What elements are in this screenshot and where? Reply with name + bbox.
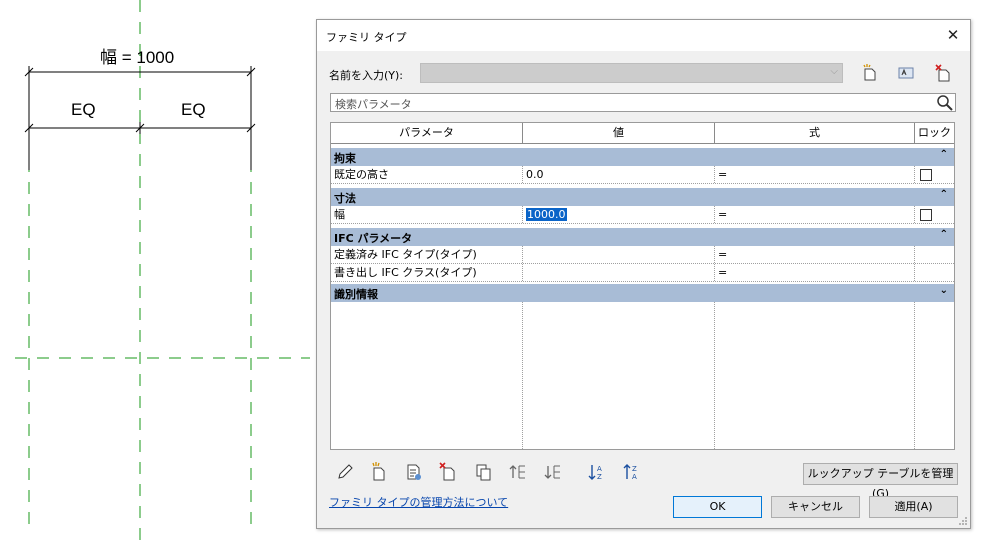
param-formula[interactable]: = [715,264,915,281]
chevron-down-icon[interactable]: ⌄ [940,285,948,296]
edit-shared-parameter-icon[interactable] [404,462,424,482]
svg-text:Z: Z [597,473,602,481]
group-label: IFC パラメータ [334,232,413,245]
group-label: 拘束 [334,152,356,165]
group-ifc-parameters[interactable]: IFC パラメータ ⌃ [331,228,954,246]
reference-planes [15,0,310,546]
rename-type-icon[interactable] [897,64,915,82]
svg-text:A: A [632,473,637,481]
lock-cell [915,206,954,223]
group-dimensions[interactable]: 寸法 ⌃ [331,188,954,206]
parameter-row-width[interactable]: 幅 1000.0 = [331,206,954,224]
sort-descending-icon[interactable]: Z A [622,462,642,482]
lock-cell [915,246,954,263]
column-divider [522,302,523,449]
parameter-row-ifc-predefined-type[interactable]: 定義済み IFC タイプ(タイプ) = [331,246,954,264]
group-label: 寸法 [334,192,356,205]
manage-lookup-tables-button[interactable]: ルックアップ テーブルを管理(G) [803,463,958,500]
param-name: 既定の高さ [331,166,523,183]
edit-parameter-icon[interactable] [335,462,355,482]
parameter-grid[interactable]: パラメータ 値 式 ロック 拘束 ⌃ 既定の高さ 0.0 = 寸法 ⌃ 幅 10… [330,122,955,450]
new-type-icon[interactable] [861,64,879,82]
close-button[interactable]: ✕ [942,24,964,46]
help-link[interactable]: ファミリ タイプの管理方法について [329,494,508,510]
column-header-value[interactable]: 値 [523,123,715,144]
param-value[interactable]: 0.0 [523,166,715,183]
move-down-icon[interactable] [543,462,563,482]
dialog-titlebar: ファミリ タイプ ✕ [317,20,970,51]
parameter-row-default-height[interactable]: 既定の高さ 0.0 = [331,166,954,184]
param-formula[interactable]: = [715,166,915,183]
dialog-title: ファミリ タイプ [326,31,407,44]
lock-checkbox[interactable] [920,169,932,181]
chevron-up-icon[interactable]: ⌃ [940,229,948,240]
column-header-lock[interactable]: ロック [915,123,954,144]
resize-grip-icon[interactable] [958,516,968,526]
chevron-down-icon[interactable]: ⌵ [830,66,838,77]
eq-label-right[interactable]: EQ [181,100,206,120]
search-parameters-input[interactable]: 検索パラメータ [330,93,956,112]
delete-type-icon[interactable] [934,64,952,82]
param-name: 書き出し IFC クラス(タイプ) [331,264,523,281]
chevron-up-icon[interactable]: ⌃ [940,189,948,200]
ok-button[interactable]: OK [673,496,762,518]
svg-text:A: A [597,465,602,473]
delete-parameter-icon[interactable] [438,462,458,482]
copy-parameter-icon[interactable] [473,462,493,482]
param-name: 幅 [331,206,523,223]
column-divider [914,302,915,449]
parameter-row-ifc-export-class[interactable]: 書き出し IFC クラス(タイプ) = [331,264,954,282]
param-name: 定義済み IFC タイプ(タイプ) [331,246,523,263]
eq-label-left[interactable]: EQ [71,100,96,120]
param-value-selected[interactable]: 1000.0 [526,208,567,221]
column-header-parameter[interactable]: パラメータ [331,123,523,144]
param-formula[interactable]: = [715,206,915,223]
chevron-up-icon[interactable]: ⌃ [940,149,948,160]
apply-button[interactable]: 適用(A) [869,496,958,518]
sort-ascending-icon[interactable]: A Z [587,462,607,482]
cancel-button[interactable]: キャンセル [771,496,860,518]
param-formula[interactable]: = [715,246,915,263]
param-value[interactable] [523,246,715,263]
param-value-cell[interactable]: 1000.0 [523,206,715,223]
lock-cell [915,264,954,281]
column-divider [714,302,715,449]
group-label: 識別情報 [334,288,378,301]
search-placeholder: 検索パラメータ [335,98,412,111]
search-icon[interactable] [936,94,954,111]
param-value[interactable] [523,264,715,281]
lock-checkbox[interactable] [920,209,932,221]
width-dimension-label[interactable]: 幅 = 1000 [100,43,174,68]
column-header-formula[interactable]: 式 [715,123,915,144]
move-up-icon[interactable] [508,462,528,482]
lock-cell [915,166,954,183]
svg-text:Z: Z [632,465,637,473]
type-name-combobox[interactable]: ⌵ [420,63,843,83]
family-types-dialog: ファミリ タイプ ✕ 名前を入力(Y): ⌵ 検索パラメータ パラメータ 値 式… [316,19,971,529]
group-identity-data[interactable]: 識別情報 ⌄ [331,284,954,302]
new-parameter-icon[interactable] [369,462,389,482]
group-constraints[interactable]: 拘束 ⌃ [331,148,954,166]
name-label: 名前を入力(Y): [329,69,404,82]
